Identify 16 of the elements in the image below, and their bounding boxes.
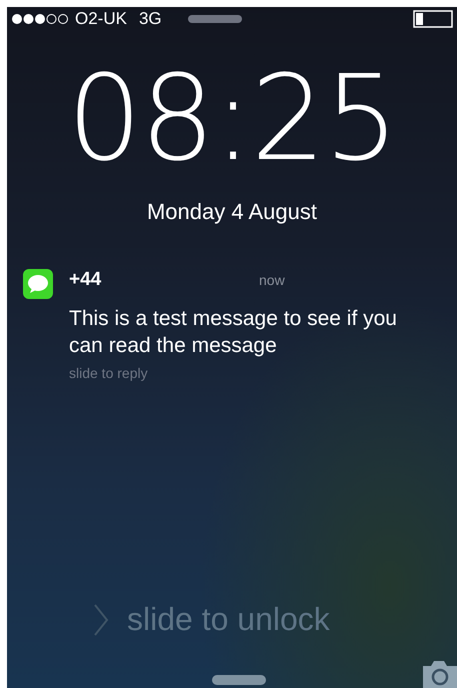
unlock-hint: slide to unlock: [127, 601, 330, 638]
signal-icon: [11, 13, 69, 25]
clock-time: 08:25: [66, 53, 398, 183]
grabber-handle[interactable]: [188, 15, 242, 23]
camera-icon[interactable]: [421, 658, 457, 688]
network-type: 3G: [138, 9, 162, 29]
carrier-name: O2-UK: [75, 9, 127, 29]
message-app-icon[interactable]: [23, 269, 53, 299]
battery-icon: [413, 10, 453, 28]
notification-time: now: [259, 272, 285, 288]
message-text: This is a test message to see if you can read the message: [69, 306, 398, 359]
reply-hint: slide to reply: [69, 365, 149, 381]
grabber-handle[interactable]: [212, 675, 266, 685]
date-text: Monday 4 August: [146, 199, 318, 225]
sender-name: +44: [69, 269, 102, 291]
chevron-icon: [93, 602, 109, 636]
